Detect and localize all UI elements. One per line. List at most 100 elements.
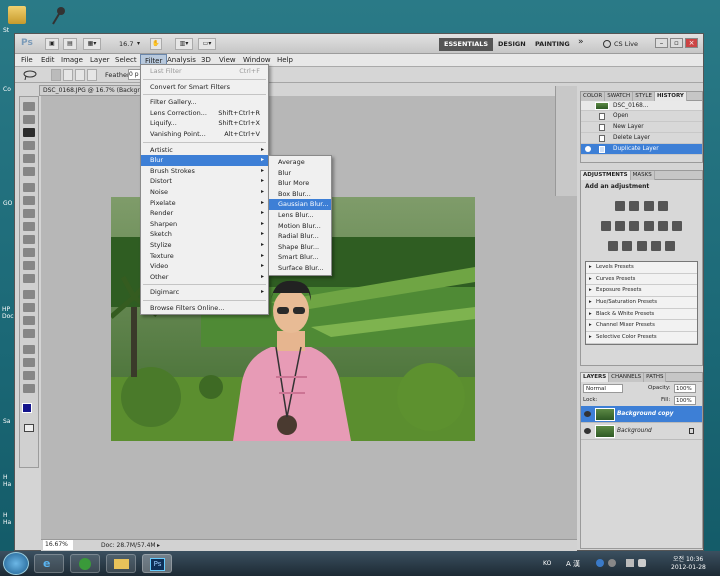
eye-icon[interactable] bbox=[584, 428, 591, 434]
taskbar-explorer-icon[interactable] bbox=[106, 554, 136, 573]
menu-item-other[interactable]: Other ▸ bbox=[141, 272, 268, 283]
preset-levels[interactable]: ▸ Levels Presets bbox=[586, 262, 697, 274]
pen-tool-icon[interactable] bbox=[23, 290, 35, 299]
blur-item-gaussian-blur[interactable]: Gaussian Blur... bbox=[269, 199, 331, 210]
workspace-essentials[interactable]: ESSENTIALS bbox=[439, 38, 494, 51]
blur-item-average[interactable]: Average bbox=[269, 157, 331, 168]
zoom-level[interactable]: 16.7 bbox=[119, 40, 133, 48]
menu-item-texture[interactable]: Texture ▸ bbox=[141, 251, 268, 262]
selection-mode-add[interactable] bbox=[63, 69, 73, 81]
preset-selective-color[interactable]: ▸ Selective Color Presets bbox=[586, 332, 697, 344]
taskbar-torrent-icon[interactable] bbox=[70, 554, 100, 573]
screen-mode-button[interactable]: ▭▾ bbox=[198, 38, 216, 50]
menu-item-video[interactable]: Video ▸ bbox=[141, 261, 268, 272]
close-button[interactable]: × bbox=[685, 38, 698, 48]
tab-history[interactable]: HISTORY bbox=[654, 92, 687, 101]
blur-item-surface-blur[interactable]: Surface Blur... bbox=[269, 263, 331, 274]
lasso-icon[interactable] bbox=[23, 70, 37, 81]
taskbar-photoshop-icon[interactable]: Ps bbox=[142, 554, 172, 573]
blur-item-radial-blur[interactable]: Radial Blur... bbox=[269, 231, 331, 242]
eyedropper-tool-icon[interactable] bbox=[23, 167, 35, 176]
tab-layers[interactable]: LAYERS bbox=[581, 373, 610, 382]
menu-item-digimarc[interactable]: Digimarc ▸ bbox=[141, 287, 268, 298]
brightness-icon[interactable] bbox=[615, 201, 626, 211]
tab-masks[interactable]: MASKS bbox=[630, 171, 655, 180]
menu-item-convert-smart[interactable]: Convert for Smart Filters bbox=[141, 82, 268, 93]
menu-file[interactable]: File bbox=[17, 54, 37, 67]
menu-item-browse-filters[interactable]: Browse Filters Online... bbox=[141, 303, 268, 314]
menu-select[interactable]: Select bbox=[111, 54, 141, 67]
extras-button[interactable]: ▦▾ bbox=[83, 38, 101, 50]
hand-tool-icon[interactable] bbox=[23, 371, 35, 380]
threshold-icon[interactable] bbox=[636, 241, 647, 251]
history-snapshot[interactable]: DSC_0168... bbox=[581, 101, 702, 111]
invert-icon[interactable] bbox=[608, 241, 619, 251]
help-icon[interactable] bbox=[596, 559, 604, 567]
blur-item-blur-more[interactable]: Blur More bbox=[269, 178, 331, 189]
menu-item-noise[interactable]: Noise ▸ bbox=[141, 187, 268, 198]
healing-tool-icon[interactable] bbox=[23, 183, 35, 192]
language-indicator[interactable]: KO bbox=[543, 560, 551, 567]
menu-item-brush-strokes[interactable]: Brush Strokes ▸ bbox=[141, 166, 268, 177]
fill-input[interactable]: 100% bbox=[674, 396, 696, 405]
lasso-tool-icon[interactable] bbox=[23, 128, 35, 137]
menu-item-liquify[interactable]: Liquify... Shift+Ctrl+X bbox=[141, 118, 268, 129]
tab-paths[interactable]: PATHS bbox=[644, 373, 667, 382]
start-button[interactable] bbox=[3, 552, 29, 575]
opacity-input[interactable]: 100% bbox=[674, 384, 696, 393]
preset-hue-saturation[interactable]: ▸ Hue/Saturation Presets bbox=[586, 297, 697, 309]
preset-exposure[interactable]: ▸ Exposure Presets bbox=[586, 285, 697, 298]
move-tool-icon[interactable] bbox=[23, 102, 35, 111]
photo-filter-icon[interactable] bbox=[657, 221, 668, 231]
tab-adjustments[interactable]: ADJUSTMENTS bbox=[581, 171, 631, 180]
network-icon[interactable] bbox=[626, 559, 634, 567]
microphone-icon[interactable] bbox=[50, 6, 66, 26]
menu-layer[interactable]: Layer bbox=[86, 54, 114, 67]
menu-item-stylize[interactable]: Stylize ▸ bbox=[141, 240, 268, 251]
cslive-icon[interactable] bbox=[603, 40, 611, 48]
tab-color[interactable]: COLOR bbox=[581, 92, 606, 101]
blur-item-shape-blur[interactable]: Shape Blur... bbox=[269, 242, 331, 253]
gradient-tool-icon[interactable] bbox=[23, 248, 35, 257]
zoom-chevron-icon[interactable]: ▾ bbox=[137, 40, 140, 47]
hue-saturation-icon[interactable] bbox=[615, 221, 626, 231]
quick-select-tool-icon[interactable] bbox=[23, 141, 35, 150]
tab-styles[interactable]: STYLE bbox=[633, 92, 655, 101]
3d-rotate-tool-icon[interactable] bbox=[23, 345, 35, 354]
history-item-delete-layer[interactable]: Delete Layer bbox=[581, 133, 702, 144]
status-zoom[interactable]: 16.67% bbox=[43, 540, 73, 550]
selection-mode-new[interactable] bbox=[51, 69, 61, 81]
channel-mixer-icon[interactable] bbox=[672, 221, 683, 231]
blur-item-motion-blur[interactable]: Motion Blur... bbox=[269, 221, 331, 232]
volume-icon[interactable] bbox=[638, 559, 646, 567]
posterize-icon[interactable] bbox=[622, 241, 633, 251]
history-item-duplicate-layer[interactable]: Duplicate Layer bbox=[581, 144, 702, 155]
blur-item-smart-blur[interactable]: Smart Blur... bbox=[269, 252, 331, 263]
clock-time[interactable]: 오전 10:36 bbox=[673, 554, 703, 563]
preset-black-white[interactable]: ▸ Black & White Presets bbox=[586, 308, 697, 321]
arrange-button[interactable]: ▥▾ bbox=[175, 38, 193, 50]
menu-item-filter-gallery[interactable]: Filter Gallery... bbox=[141, 97, 268, 108]
history-brush-tool-icon[interactable] bbox=[23, 222, 35, 231]
menu-item-pixelate[interactable]: Pixelate ▸ bbox=[141, 198, 268, 209]
selection-mode-intersect[interactable] bbox=[87, 69, 97, 81]
menu-item-blur[interactable]: Blur ▸ bbox=[141, 155, 268, 166]
bridge-button[interactable]: ▣ bbox=[45, 38, 59, 50]
menu-item-sharpen[interactable]: Sharpen ▸ bbox=[141, 219, 268, 230]
blur-item-lens-blur[interactable]: Lens Blur... bbox=[269, 210, 331, 221]
menu-item-render[interactable]: Render ▸ bbox=[141, 208, 268, 219]
menu-item-lens-correction[interactable]: Lens Correction... Shift+Ctrl+R bbox=[141, 108, 268, 119]
foreground-color-swatch[interactable] bbox=[22, 403, 32, 413]
tab-swatches[interactable]: SWATCH bbox=[605, 92, 634, 101]
blend-mode-select[interactable]: Normal bbox=[583, 384, 623, 393]
layer-background[interactable]: Background bbox=[581, 423, 702, 440]
history-item-new-layer[interactable]: New Layer bbox=[581, 122, 702, 133]
exposure-icon[interactable] bbox=[657, 201, 668, 211]
menu-item-distort[interactable]: Distort ▸ bbox=[141, 176, 268, 187]
status-menu-arrow-icon[interactable]: ▸ bbox=[157, 540, 160, 551]
blur-item-box-blur[interactable]: Box Blur... bbox=[269, 189, 331, 200]
eye-icon[interactable] bbox=[584, 411, 591, 417]
vibrance-icon[interactable] bbox=[600, 221, 611, 231]
quick-mask-icon[interactable] bbox=[24, 424, 34, 432]
mini-bridge-button[interactable]: ▤ bbox=[63, 38, 77, 50]
